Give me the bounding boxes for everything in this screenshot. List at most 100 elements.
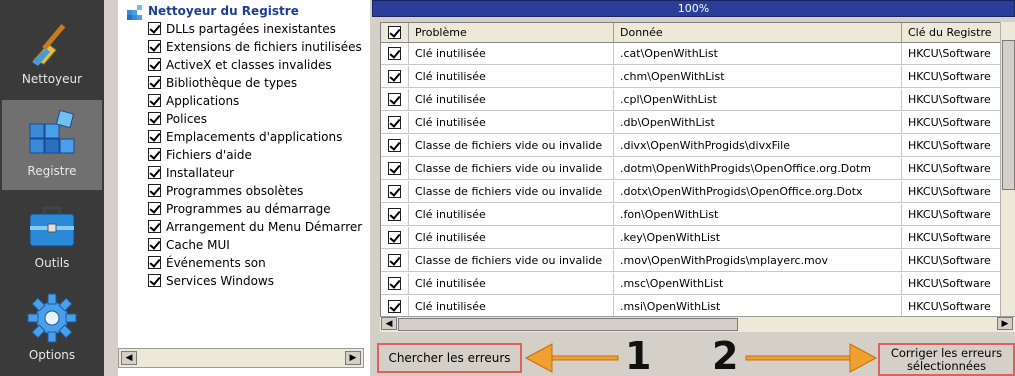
cell-cle-registre: HKCU\Software bbox=[902, 250, 1014, 271]
table-row[interactable]: Clé inutilisée .cat\OpenWithList HKCU\Soft… bbox=[381, 43, 1014, 65]
tree-item-installer[interactable]: Installateur bbox=[148, 166, 234, 183]
row-checkbox-cell[interactable] bbox=[381, 250, 409, 271]
scroll-right-icon[interactable]: ▶ bbox=[345, 351, 361, 365]
table-vertical-scrollbar[interactable] bbox=[1000, 22, 1015, 318]
tree-item-dlls[interactable]: DLLs partagées inexistantes bbox=[148, 22, 336, 39]
scroll-left-icon[interactable]: ◀ bbox=[121, 351, 137, 365]
row-checkbox-cell[interactable] bbox=[381, 181, 409, 202]
checkbox[interactable] bbox=[148, 130, 161, 143]
table-header: Problème Donnée Clé du Registre bbox=[381, 23, 1014, 43]
row-checkbox-cell[interactable] bbox=[381, 43, 409, 64]
row-checkbox[interactable] bbox=[388, 162, 401, 175]
tree-item-start-menu[interactable]: Arrangement du Menu Démarrer bbox=[148, 220, 362, 237]
row-checkbox[interactable] bbox=[388, 231, 401, 244]
scan-errors-button[interactable]: Chercher les erreurs bbox=[377, 343, 522, 373]
left-arrow-icon bbox=[524, 343, 619, 373]
row-checkbox[interactable] bbox=[388, 300, 401, 313]
row-checkbox-cell[interactable] bbox=[381, 204, 409, 225]
cell-cle-registre: HKCU\Software bbox=[902, 135, 1014, 156]
column-header-cle-registre[interactable]: Clé du Registre bbox=[902, 23, 1014, 42]
tree-item-extensions[interactable]: Extensions de fichiers inutilisées bbox=[148, 40, 362, 57]
row-checkbox[interactable] bbox=[388, 116, 401, 129]
row-checkbox[interactable] bbox=[388, 70, 401, 83]
fix-selected-errors-button[interactable]: Corriger les erreurs sélectionnées bbox=[878, 343, 1015, 376]
table-row[interactable]: Clé inutilisée .key\OpenWithList HKCU\Soft… bbox=[381, 227, 1014, 249]
checkbox[interactable] bbox=[148, 94, 161, 107]
table-row[interactable]: Clé inutilisée .fon\OpenWithList HKCU\Soft… bbox=[381, 204, 1014, 226]
checkbox[interactable] bbox=[148, 112, 161, 125]
checkbox[interactable] bbox=[148, 148, 161, 161]
checkbox[interactable] bbox=[148, 22, 161, 35]
scroll-thumb[interactable] bbox=[1002, 40, 1015, 190]
cell-cle-registre: HKCU\Software bbox=[902, 43, 1014, 64]
row-checkbox-cell[interactable] bbox=[381, 273, 409, 294]
tree-item-fonts[interactable]: Polices bbox=[148, 112, 207, 129]
table-row[interactable]: Classe de fichiers vide ou invalide .divx… bbox=[381, 135, 1014, 157]
checkbox[interactable] bbox=[148, 238, 161, 251]
row-checkbox[interactable] bbox=[388, 277, 401, 290]
table-row[interactable]: Classe de fichiers vide ou invalide .mov\… bbox=[381, 250, 1014, 272]
row-checkbox[interactable] bbox=[388, 185, 401, 198]
checkbox[interactable] bbox=[148, 184, 161, 197]
tree-item-help-files[interactable]: Fichiers d'aide bbox=[148, 148, 252, 165]
tree-item-mui-cache[interactable]: Cache MUI bbox=[148, 238, 230, 255]
checkbox[interactable] bbox=[148, 256, 161, 269]
row-checkbox-cell[interactable] bbox=[381, 158, 409, 179]
row-checkbox-cell[interactable] bbox=[381, 112, 409, 133]
table-row[interactable]: Clé inutilisée .msc\OpenWithList HKCU\Soft… bbox=[381, 273, 1014, 295]
table-row[interactable]: Clé inutilisée .chm\OpenWithList HKCU\Soft… bbox=[381, 66, 1014, 88]
row-checkbox[interactable] bbox=[388, 208, 401, 221]
sidebar-item-outils[interactable]: Outils bbox=[2, 192, 102, 282]
tree-item-activex[interactable]: ActiveX et classes invalides bbox=[148, 58, 332, 75]
checkbox[interactable] bbox=[148, 220, 161, 233]
tree-horizontal-scrollbar[interactable]: ◀ ▶ bbox=[118, 348, 364, 368]
cell-donnee: .db\OpenWithList bbox=[614, 112, 902, 133]
tree-item-startup[interactable]: Programmes au démarrage bbox=[148, 202, 331, 219]
row-checkbox-cell[interactable] bbox=[381, 135, 409, 156]
table-row[interactable]: Classe de fichiers vide ou invalide .dotm… bbox=[381, 158, 1014, 180]
table-row[interactable]: Clé inutilisée .db\OpenWithList HKCU\Softw… bbox=[381, 112, 1014, 134]
table-row[interactable]: Clé inutilisée .cpl\OpenWithList HKCU\Soft… bbox=[381, 89, 1014, 111]
cell-donnee: .cat\OpenWithList bbox=[614, 43, 902, 64]
row-checkbox-cell[interactable] bbox=[381, 89, 409, 110]
tree-item-services[interactable]: Services Windows bbox=[148, 274, 274, 291]
checkbox[interactable] bbox=[148, 58, 161, 71]
row-checkbox[interactable] bbox=[388, 254, 401, 267]
sidebar-item-nettoyeur[interactable]: Nettoyeur bbox=[2, 8, 102, 98]
tree-item-obsolete[interactable]: Programmes obsolètes bbox=[148, 184, 303, 201]
row-checkbox-cell[interactable] bbox=[381, 227, 409, 248]
cell-donnee: .cpl\OpenWithList bbox=[614, 89, 902, 110]
sidebar-item-label: Outils bbox=[34, 256, 70, 270]
table-horizontal-scrollbar[interactable]: ◀ ▶ bbox=[380, 316, 1015, 332]
row-checkbox-cell[interactable] bbox=[381, 296, 409, 317]
scroll-thumb[interactable] bbox=[398, 318, 738, 331]
column-header-probleme[interactable]: Problème bbox=[409, 23, 614, 42]
checkbox[interactable] bbox=[148, 76, 161, 89]
cell-donnee: .key\OpenWithList bbox=[614, 227, 902, 248]
column-header-donnee[interactable]: Donnée bbox=[614, 23, 902, 42]
checkbox[interactable] bbox=[148, 202, 161, 215]
select-all-checkbox-cell[interactable] bbox=[381, 23, 409, 42]
sidebar-item-options[interactable]: Options bbox=[2, 284, 102, 374]
checkbox[interactable] bbox=[148, 40, 161, 53]
row-checkbox[interactable] bbox=[388, 139, 401, 152]
row-checkbox-cell[interactable] bbox=[381, 66, 409, 87]
select-all-checkbox[interactable] bbox=[388, 26, 401, 39]
row-checkbox[interactable] bbox=[388, 47, 401, 60]
cell-donnee: .divx\OpenWithProgids\divxFile bbox=[614, 135, 902, 156]
registry-cubes-icon bbox=[29, 109, 75, 154]
row-checkbox[interactable] bbox=[388, 93, 401, 106]
cell-donnee: .chm\OpenWithList bbox=[614, 66, 902, 87]
tree-item-sound-events[interactable]: Événements son bbox=[148, 256, 266, 273]
table-row[interactable]: Classe de fichiers vide ou invalide .dotx… bbox=[381, 181, 1014, 203]
checkbox[interactable] bbox=[148, 274, 161, 287]
scroll-right-icon[interactable]: ▶ bbox=[997, 317, 1013, 330]
checkbox[interactable] bbox=[148, 166, 161, 179]
tree-item-typelib[interactable]: Bibliothèque de types bbox=[148, 76, 297, 93]
tree-title: Nettoyeur du Registre bbox=[148, 4, 299, 18]
tree-item-applications[interactable]: Applications bbox=[148, 94, 239, 111]
tree-item-app-paths[interactable]: Emplacements d'applications bbox=[148, 130, 342, 147]
table-row[interactable]: Clé inutilisée .msi\OpenWithList HKCU\Soft… bbox=[381, 296, 1014, 318]
scroll-left-icon[interactable]: ◀ bbox=[381, 317, 397, 330]
sidebar-item-registre[interactable]: Registre bbox=[2, 100, 102, 190]
